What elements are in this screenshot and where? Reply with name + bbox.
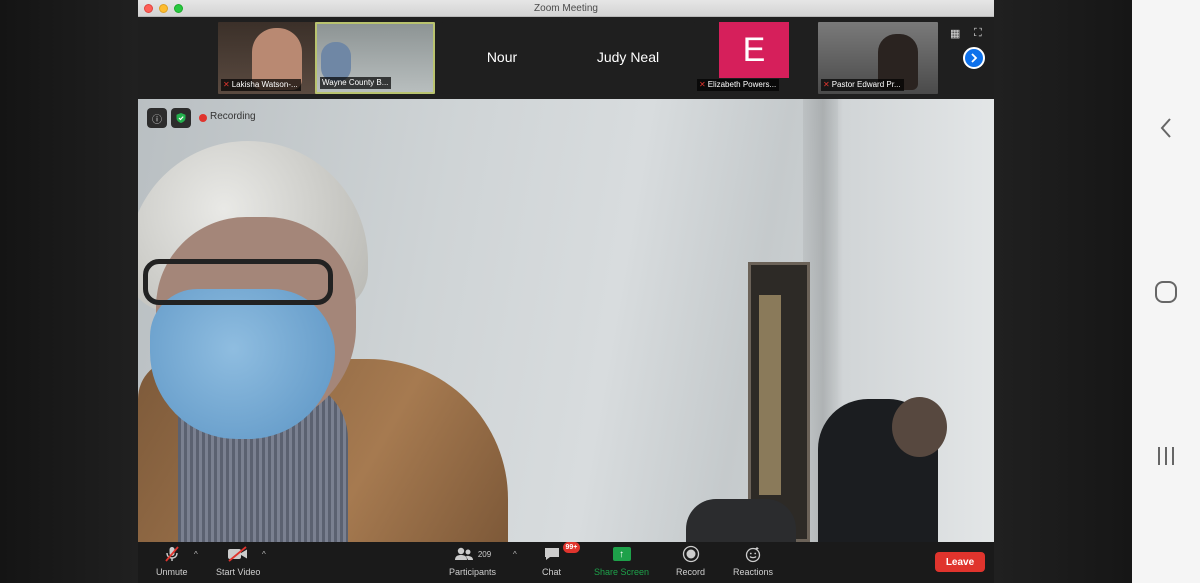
mic-off-icon [163,544,181,564]
android-navigation-bar [1132,0,1200,583]
reactions-icon [744,544,762,564]
recording-label: Recording [210,111,256,122]
fullscreen-icon[interactable]: ⛶ [974,27,982,40]
participant-name-label: ✕ Pastor Edward Pr... [821,79,904,91]
participant-tile[interactable]: Judy Neal [568,22,688,94]
reactions-button[interactable]: Reactions [733,544,773,577]
participants-button[interactable]: 209 Participants [449,544,496,577]
right-letterbox [994,0,1132,583]
recents-icon[interactable] [1132,445,1200,467]
shield-icon[interactable] [171,108,191,128]
main-video[interactable]: ⓘ Recording [138,99,994,542]
participant-name-label: ✕ Lakisha Watson-... [221,79,301,91]
record-button[interactable]: Record [676,544,705,577]
participant-name: Judy Neal [596,49,660,65]
home-icon[interactable] [1132,280,1200,304]
screen: Zoom Meeting ✕ Lakisha Watson-... Wayne … [0,0,1200,583]
mic-off-icon: ✕ [823,80,830,89]
participant-tile[interactable]: ✕ Pastor Edward Pr... [818,22,938,94]
share-screen-button[interactable]: ↑ Share Screen [594,544,649,577]
window-title: Zoom Meeting [534,3,598,14]
unmute-button[interactable]: Unmute [156,544,188,577]
avatar: E [719,22,789,78]
participant-tile-active[interactable]: Wayne County B... [315,22,435,94]
video-options-caret[interactable]: ^ [262,550,266,559]
leave-button[interactable]: Leave [935,552,985,572]
video-speaker [138,99,994,542]
title-bar: Zoom Meeting [138,0,994,17]
grid-icon[interactable]: ▦ [950,27,960,40]
video-off-icon [227,544,249,564]
mic-off-icon: ✕ [223,80,230,89]
chat-badge: 99+ [562,542,581,553]
back-icon[interactable] [1132,117,1200,139]
participant-name-label: ✕ Elizabeth Powers... [697,79,780,91]
participant-tile[interactable]: Nour [442,22,562,94]
participant-strip: ✕ Lakisha Watson-... Wayne County B... N… [138,17,994,99]
chat-button[interactable]: 99+ Chat [542,542,581,577]
record-icon [682,544,700,564]
zoom-window: Zoom Meeting ✕ Lakisha Watson-... Wayne … [138,0,994,583]
chat-icon: 99+ [543,542,581,564]
participant-name-label: Wayne County B... [320,77,392,89]
left-letterbox [0,0,138,583]
mic-off-icon: ✕ [699,80,706,89]
participants-count: 209 [477,549,492,559]
participant-video [321,42,351,82]
info-icon[interactable]: ⓘ [147,108,167,128]
meeting-toolbar: Unmute ^ Start Video ^ 209 Participants … [138,542,994,583]
participants-icon: 209 [454,544,491,564]
recording-dot-icon [199,114,207,122]
participants-options-caret[interactable]: ^ [513,550,517,559]
participant-tile[interactable]: E ✕ Elizabeth Powers... [694,22,814,94]
audio-options-caret[interactable]: ^ [194,550,198,559]
next-page-icon[interactable] [963,47,985,69]
share-screen-icon: ↑ [612,544,631,564]
start-video-button[interactable]: Start Video [216,544,260,577]
participant-name: Nour [486,49,518,65]
